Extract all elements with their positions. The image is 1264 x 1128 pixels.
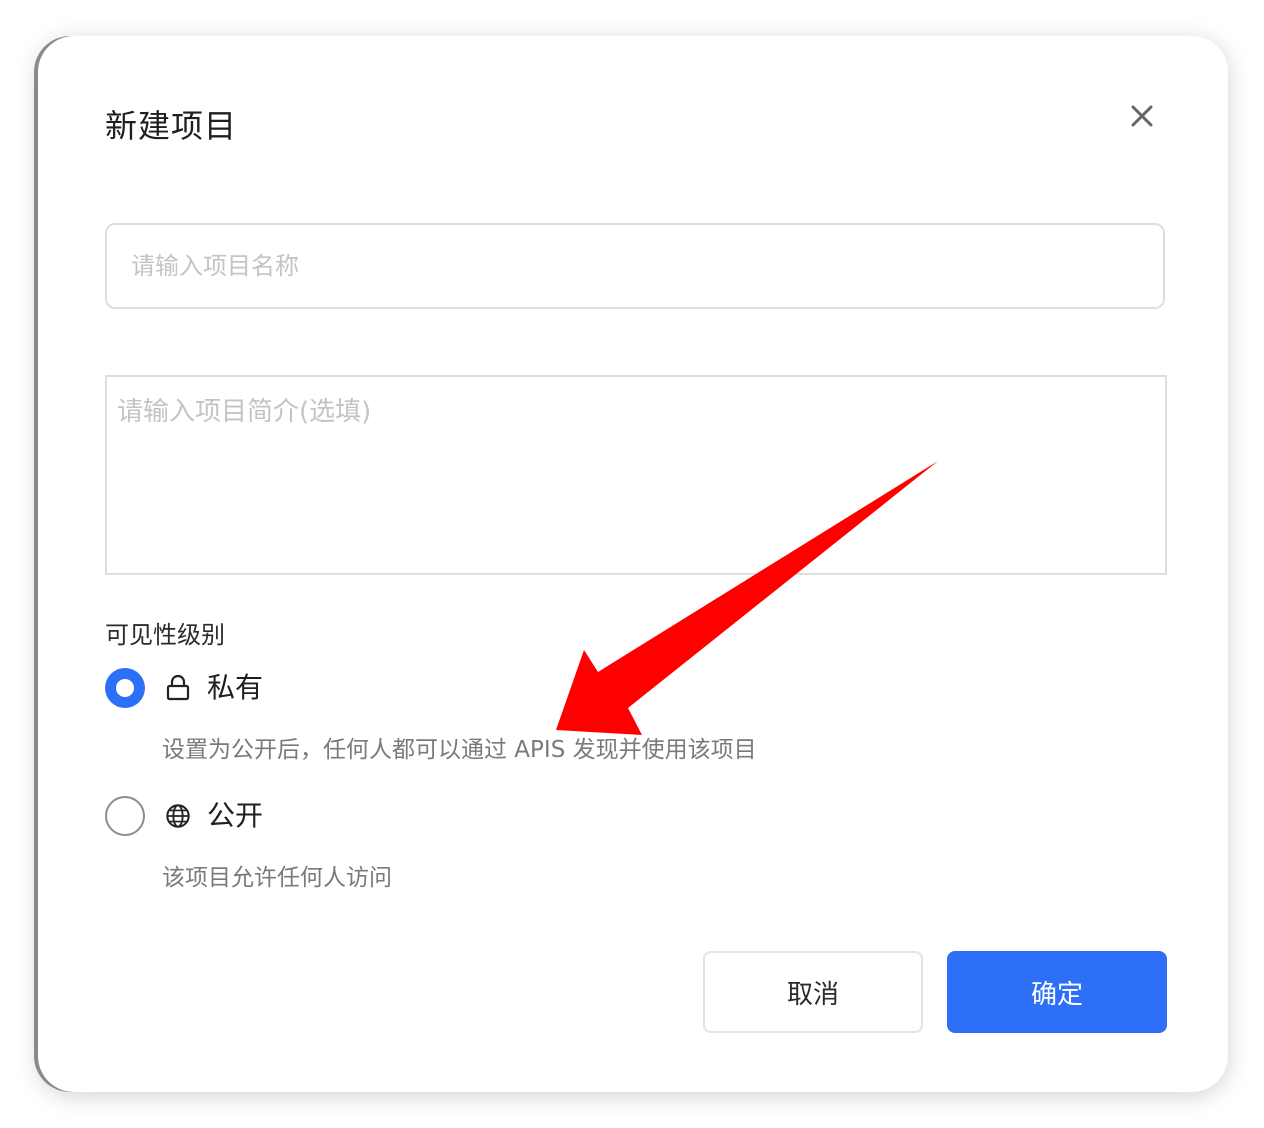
private-label: 私有: [207, 671, 264, 704]
close-button[interactable]: [1124, 98, 1160, 134]
new-project-dialog: 新建项目 可见性级别 私有 设置为公开后，任何人都可以通过 APIS 发现并使用…: [38, 36, 1228, 1092]
lock-icon: [165, 674, 191, 702]
confirm-button[interactable]: 确定: [947, 951, 1167, 1033]
globe-icon: [165, 802, 191, 830]
close-icon: [1131, 105, 1153, 127]
project-description-input[interactable]: [105, 375, 1167, 575]
visibility-option-public[interactable]: 公开: [105, 795, 263, 837]
visibility-option-private[interactable]: 私有: [105, 667, 263, 709]
cancel-button[interactable]: 取消: [703, 951, 923, 1033]
project-name-input[interactable]: [105, 223, 1165, 309]
dialog-title: 新建项目: [105, 107, 238, 145]
private-radio[interactable]: [105, 668, 145, 708]
public-radio[interactable]: [105, 796, 145, 836]
public-description: 该项目允许任何人访问: [162, 865, 392, 891]
visibility-label: 可见性级别: [105, 621, 225, 649]
public-label: 公开: [207, 799, 264, 832]
private-description: 设置为公开后，任何人都可以通过 APIS 发现并使用该项目: [162, 737, 757, 763]
